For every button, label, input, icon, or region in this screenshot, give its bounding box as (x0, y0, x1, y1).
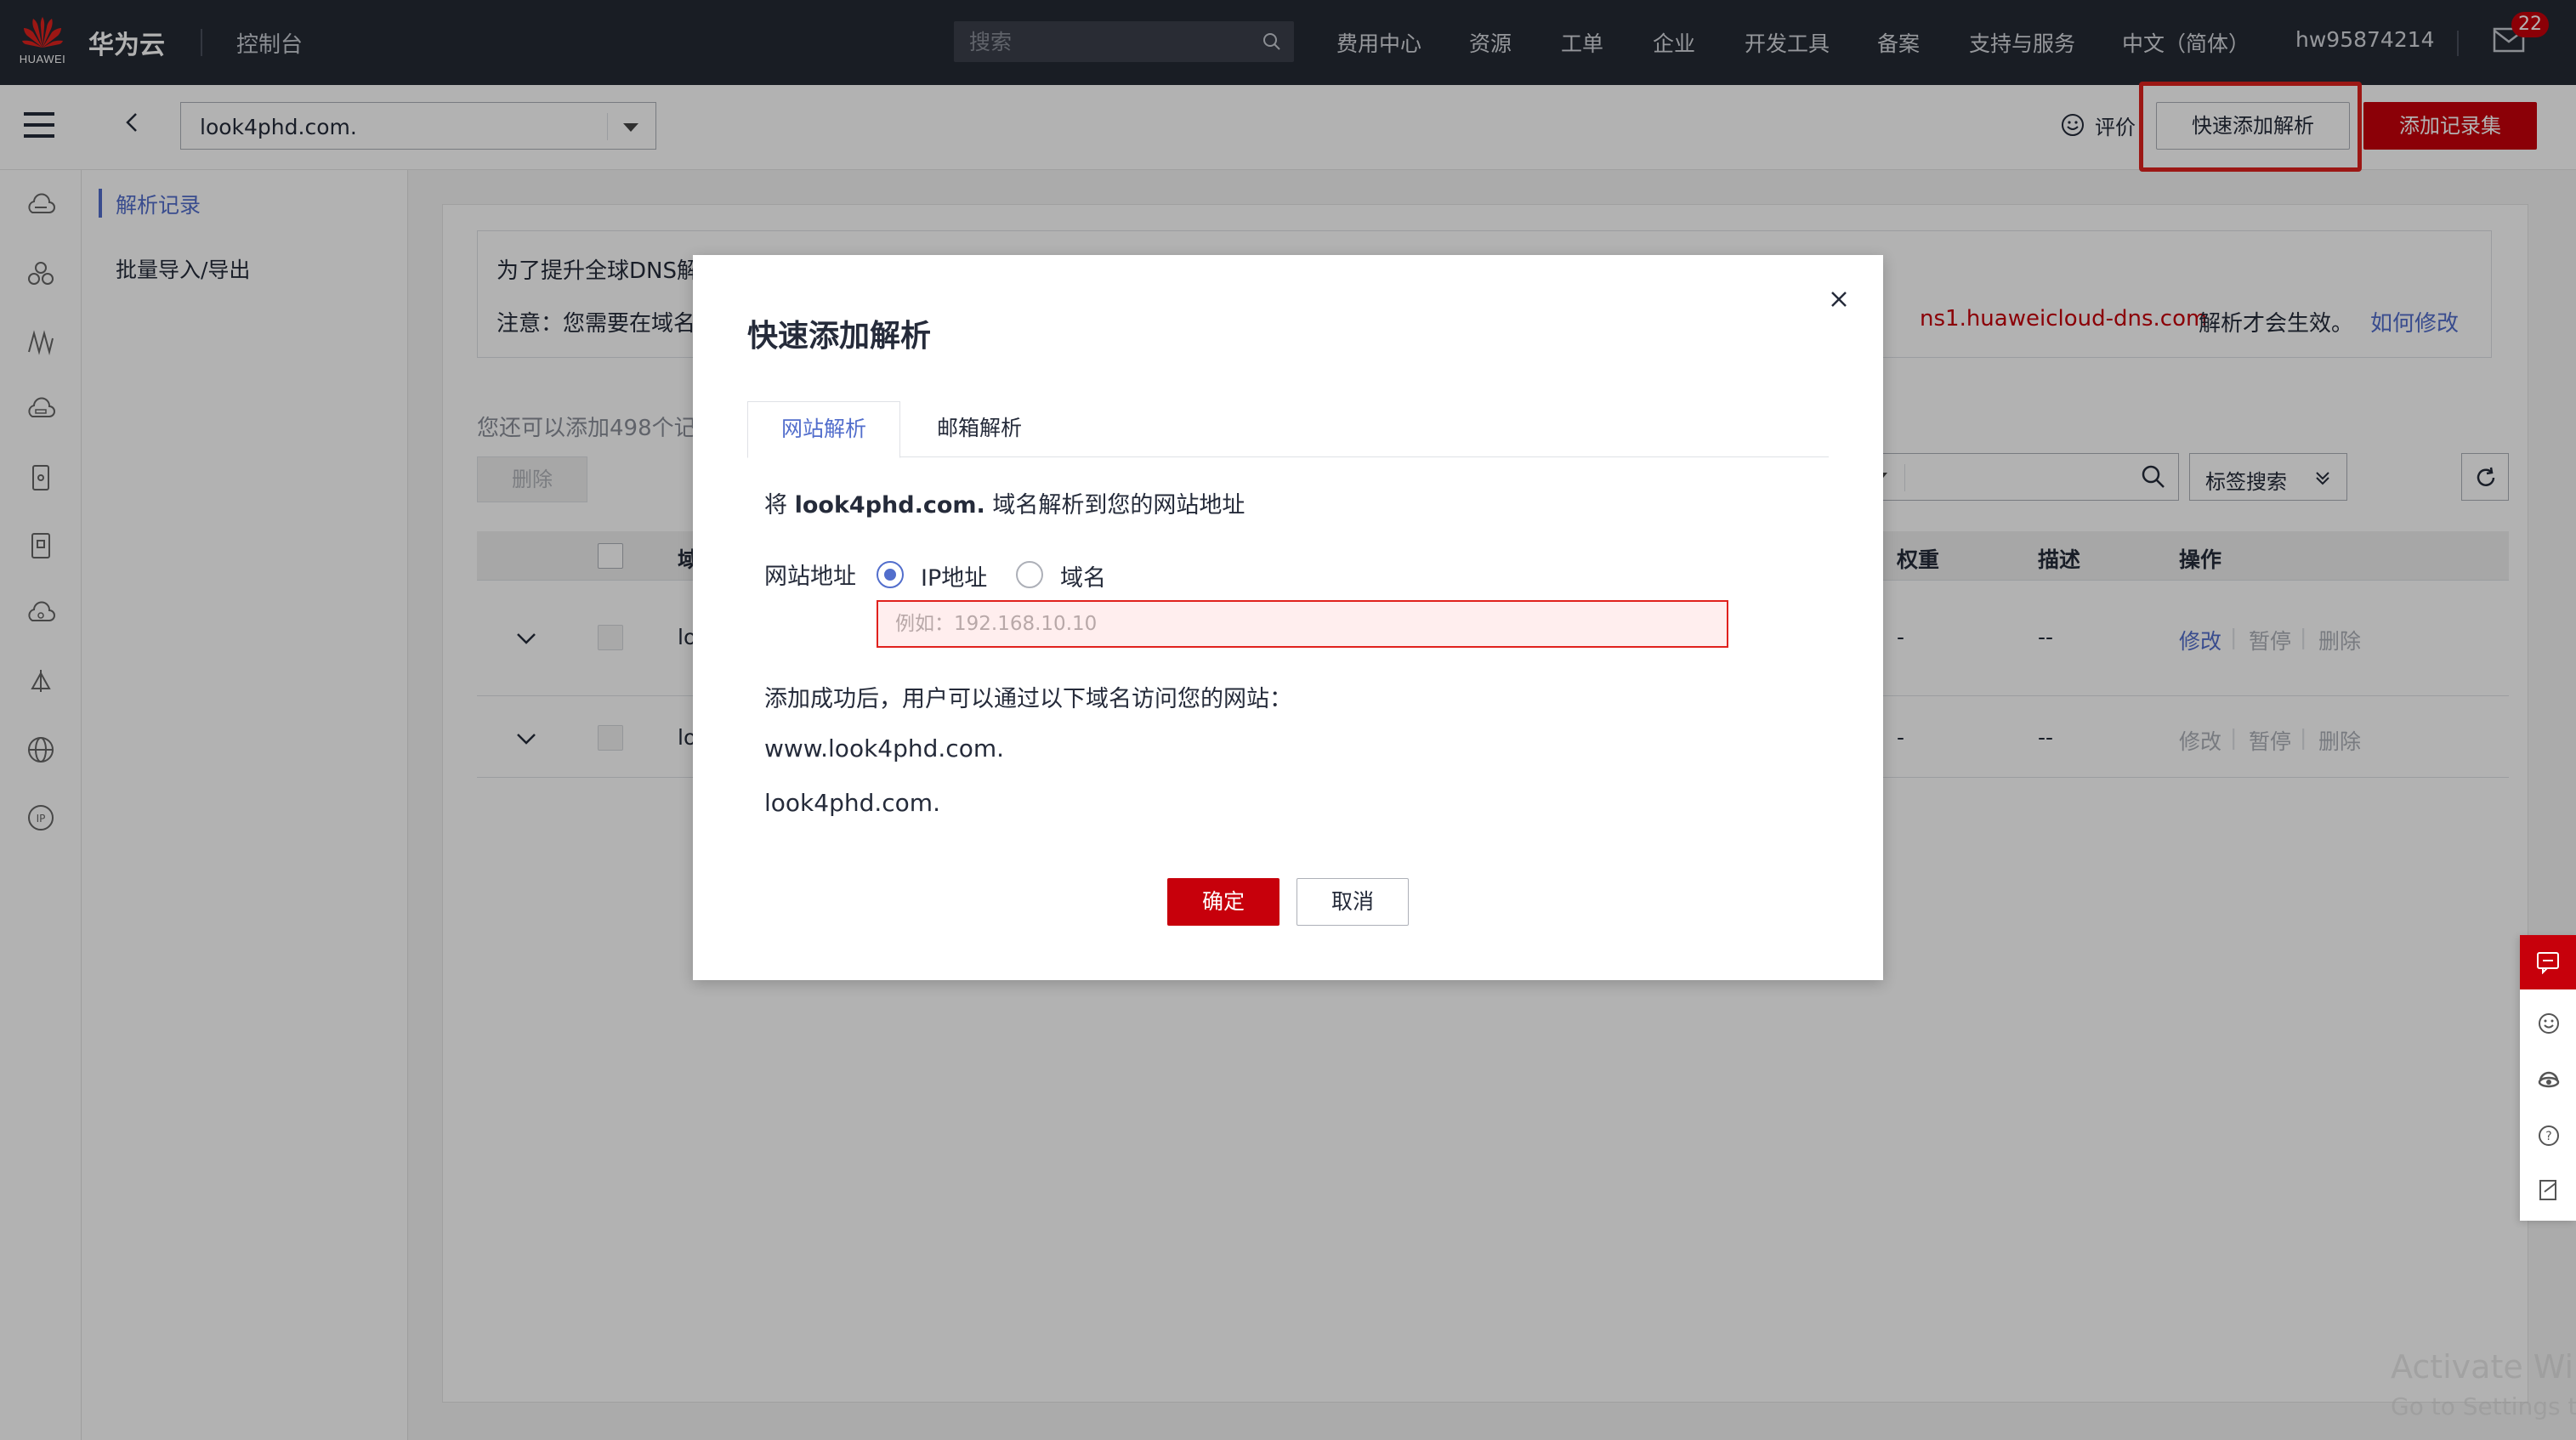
edit-note-icon[interactable] (2537, 1178, 2561, 1202)
cancel-button[interactable]: 取消 (1297, 878, 1409, 926)
dialog-title: 快速添加解析 (747, 319, 932, 354)
dialog-description: 将 look4phd.com. 域名解析到您的网站地址 (764, 486, 1245, 519)
activation-watermark-subtext: Go to Settings to (2391, 1392, 2576, 1420)
smile-icon[interactable] (2537, 1012, 2561, 1035)
quick-add-resolution-dialog: 快速添加解析 网站解析 邮箱解析 将 look4phd.com. 域名解析到您的… (693, 255, 1883, 980)
activation-watermark: Activate Wir (2391, 1348, 2576, 1386)
help-icon[interactable]: ? (2537, 1124, 2561, 1148)
description-prefix: 将 (764, 492, 795, 519)
domain-radio-label[interactable]: 域名 (1060, 559, 1106, 592)
floating-toolbar: ? (2520, 935, 2576, 1221)
ip-address-radio-label[interactable]: IP地址 (921, 559, 987, 592)
close-icon[interactable] (1825, 286, 1853, 313)
success-hint-text: 添加成功后，用户可以通过以下域名访问您的网站： (764, 686, 1292, 712)
domain-radio[interactable] (1016, 561, 1043, 588)
tab-mail-resolution[interactable]: 邮箱解析 (900, 401, 1058, 457)
description-domain: look4phd.com. (794, 492, 985, 519)
access-url-www: www.look4phd.com. (764, 734, 1004, 763)
dialog-tabs: 网站解析 邮箱解析 (747, 401, 1829, 458)
ip-address-input[interactable] (877, 600, 1728, 648)
confirm-button[interactable]: 确定 (1167, 878, 1279, 926)
tab-website-resolution[interactable]: 网站解析 (747, 401, 900, 458)
svg-text:?: ? (2545, 1130, 2551, 1143)
chat-icon (2537, 952, 2559, 974)
feedback-button[interactable] (2520, 935, 2576, 989)
website-address-label: 网站地址 (764, 564, 856, 590)
customer-service-icon[interactable] (2537, 1068, 2561, 1091)
ip-address-radio[interactable] (877, 561, 904, 588)
description-suffix: 域名解析到您的网站地址 (984, 492, 1245, 519)
access-url-root: look4phd.com. (764, 789, 940, 817)
